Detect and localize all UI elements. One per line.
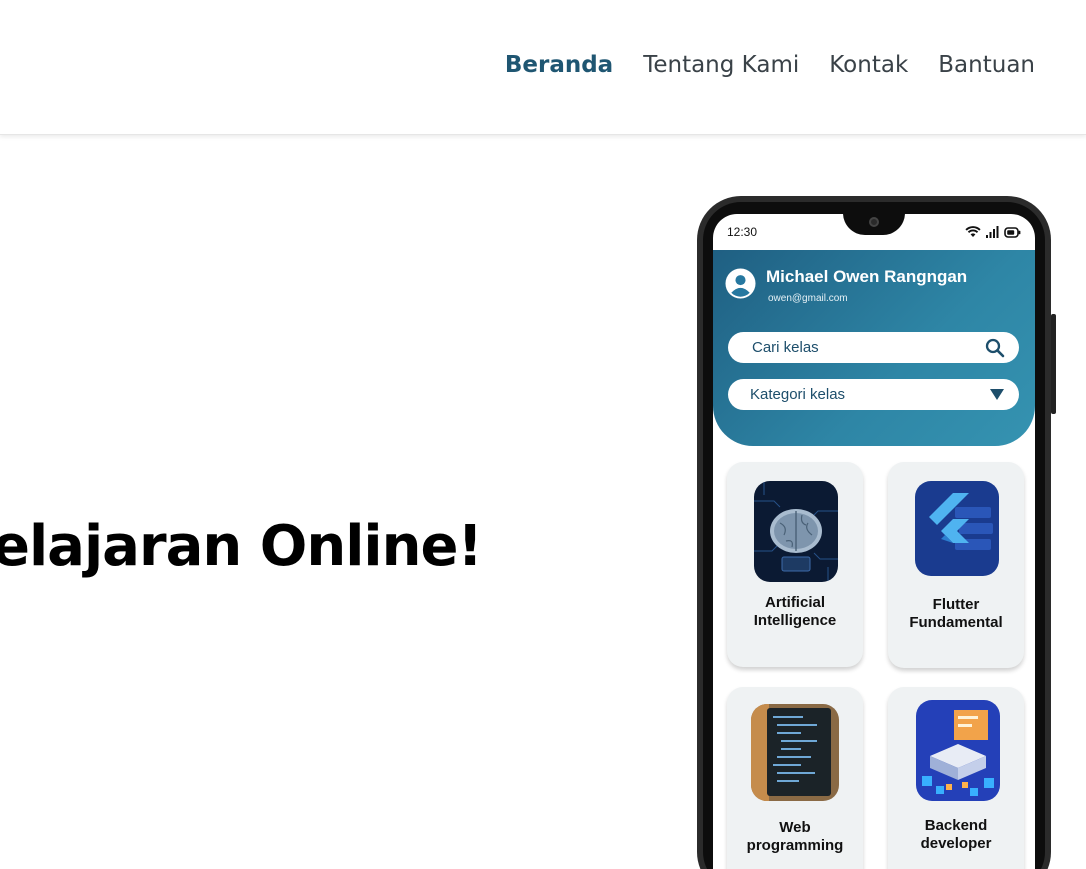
course-title-line: Flutter	[932, 596, 980, 613]
phone-bezel: 12:30 Michael Owen Rangngan owen@gmail.c…	[703, 202, 1045, 869]
user-email: owen@gmail.com	[768, 293, 848, 304]
course-title-flutter: Flutter Fundamental	[888, 596, 1024, 632]
course-title-line: Web	[779, 819, 811, 836]
course-card-flutter[interactable]: Flutter Fundamental	[888, 462, 1024, 668]
nav-link-beranda[interactable]: Beranda	[505, 52, 613, 78]
course-title-backend: Backend developer	[888, 817, 1024, 853]
phone-screen: 12:30 Michael Owen Rangngan owen@gmail.c…	[713, 214, 1035, 869]
battery-icon	[1004, 226, 1021, 238]
nav-link-tentang-kami[interactable]: Tentang Kami	[643, 52, 799, 78]
backend-image	[916, 700, 1000, 801]
top-navbar: Beranda Tentang Kami Kontak Bantuan	[0, 0, 1086, 135]
status-time: 12:30	[727, 225, 758, 239]
course-title-line: Intelligence	[753, 612, 837, 629]
hero-title: elajaran Online!	[0, 514, 483, 579]
search-placeholder: Cari kelas	[752, 339, 819, 356]
phone-mockup: 12:30 Michael Owen Rangngan owen@gmail.c…	[697, 196, 1056, 869]
front-camera	[869, 217, 879, 227]
search-icon[interactable]	[985, 338, 1005, 358]
nav-link-bantuan[interactable]: Bantuan	[938, 52, 1035, 78]
category-dropdown[interactable]: Kategori kelas	[728, 379, 1019, 410]
flutter-image	[915, 481, 999, 576]
nav-links: Beranda Tentang Kami Kontak Bantuan	[505, 52, 1035, 78]
course-card-backend[interactable]: Backend developer	[888, 687, 1024, 869]
search-input[interactable]: Cari kelas	[728, 332, 1019, 363]
course-title-ai: Artificial Intelligence	[727, 594, 863, 630]
course-title-web: Web programming	[727, 819, 863, 855]
course-card-ai[interactable]: Artificial Intelligence	[727, 462, 863, 667]
profile-header: Michael Owen Rangngan owen@gmail.com Car…	[713, 250, 1035, 446]
user-avatar-icon[interactable]	[725, 268, 756, 299]
course-title-line: Fundamental	[909, 614, 1003, 631]
phone-side-button	[1051, 314, 1056, 414]
course-title-line: Backend	[924, 817, 988, 834]
category-label: Kategori kelas	[750, 386, 846, 403]
web-code-image	[751, 704, 839, 801]
course-card-web[interactable]: Web programming	[727, 687, 863, 869]
signal-icon	[986, 226, 999, 238]
wifi-icon	[965, 226, 981, 237]
user-name: Michael Owen Rangngan	[766, 267, 968, 286]
course-title-line: developer	[920, 835, 992, 852]
dropdown-triangle-icon[interactable]	[989, 388, 1005, 401]
course-title-line: Artificial	[764, 594, 825, 611]
ai-brain-image	[754, 481, 838, 582]
course-title-line: programming	[746, 837, 844, 854]
status-icons	[965, 226, 1021, 238]
nav-link-kontak[interactable]: Kontak	[829, 52, 908, 78]
